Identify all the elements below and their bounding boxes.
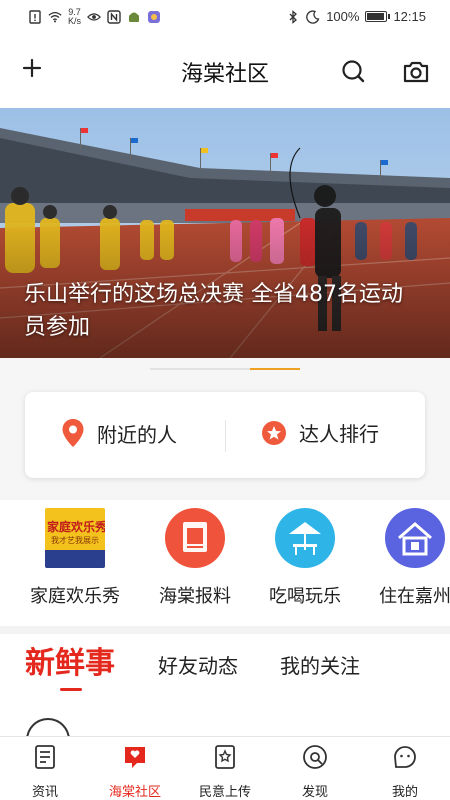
poster-subtitle: 我才艺我展示 bbox=[51, 536, 99, 545]
page-title: 海棠社区 bbox=[180, 62, 269, 87]
sim-alert-icon bbox=[29, 10, 41, 24]
banner-caption[interactable]: 乐山举行的这场总决赛 全省487名运动员参加 bbox=[24, 278, 424, 344]
nearby-people-button[interactable]: 附近的人 bbox=[61, 418, 177, 448]
active-tab-underline bbox=[60, 688, 82, 691]
nav-label: 民意上传 bbox=[198, 785, 251, 800]
banner-indicator bbox=[0, 358, 450, 378]
banner-carousel[interactable]: 乐山举行的这场总决赛 全省487名运动员参加 bbox=[0, 108, 450, 358]
status-bar: 9.7 K/s 100% 12:15 bbox=[0, 0, 450, 34]
camera-icon[interactable] bbox=[402, 59, 430, 85]
location-pin-icon bbox=[62, 419, 84, 447]
eye-icon bbox=[87, 13, 102, 21]
banner-dot-2-active[interactable] bbox=[250, 368, 300, 370]
net-speed: 9.7 K/s bbox=[68, 8, 81, 26]
nearby-people-label: 附近的人 bbox=[97, 422, 177, 447]
poster-title: 家庭欢乐秀 bbox=[47, 520, 105, 534]
news-icon bbox=[35, 745, 55, 769]
nav-discover[interactable]: 发现 bbox=[270, 743, 360, 800]
nav-profile[interactable]: 我的 bbox=[360, 743, 450, 800]
profile-icon bbox=[394, 746, 416, 768]
nfc-icon bbox=[107, 10, 121, 24]
moon-icon bbox=[306, 9, 320, 24]
poster-strip bbox=[45, 550, 105, 568]
status-left-icons: 9.7 K/s bbox=[28, 8, 161, 26]
tab-my-follows[interactable]: 我的关注 bbox=[280, 650, 360, 679]
search-icon[interactable] bbox=[340, 58, 366, 84]
feature-food-fun[interactable]: 吃喝玩乐 bbox=[250, 508, 360, 608]
nav-label: 发现 bbox=[301, 785, 328, 800]
feature-row: 家庭欢乐秀 我才艺我展示 家庭欢乐秀 海棠报料 吃喝玩乐 住在嘉州 bbox=[0, 500, 450, 626]
feature-label: 吃喝玩乐 bbox=[269, 586, 341, 607]
community-icon bbox=[125, 747, 145, 768]
wifi-icon bbox=[48, 11, 62, 23]
net-speed-unit: K/s bbox=[68, 16, 82, 26]
content-tabs: 新鲜事 好友动态 我的关注 bbox=[0, 634, 450, 762]
star-badge-icon bbox=[262, 420, 286, 445]
upload-opinion-icon bbox=[215, 745, 235, 769]
android-app-icon bbox=[129, 12, 140, 22]
family-show-poster-icon: 家庭欢乐秀 我才艺我展示 bbox=[45, 508, 105, 568]
discover-icon bbox=[303, 745, 327, 769]
section-separator bbox=[0, 626, 450, 634]
clock: 12:15 bbox=[393, 9, 426, 24]
battery-percent: 100% bbox=[326, 9, 360, 24]
tab-friend-updates[interactable]: 好友动态 bbox=[158, 650, 238, 679]
feature-label: 海棠报料 bbox=[159, 586, 231, 607]
feature-label: 住在嘉州 bbox=[379, 586, 450, 607]
feature-family-show[interactable]: 家庭欢乐秀 我才艺我展示 家庭欢乐秀 bbox=[20, 508, 130, 608]
battery-level bbox=[367, 13, 385, 20]
house-icon bbox=[385, 508, 445, 568]
nav-label: 海棠社区 bbox=[108, 785, 161, 800]
expert-ranking-button[interactable]: 达人排行 bbox=[261, 418, 379, 447]
battery-icon bbox=[365, 11, 391, 22]
colorful-app-icon bbox=[148, 11, 161, 23]
feature-report[interactable]: 海棠报料 bbox=[140, 508, 250, 608]
nav-news[interactable]: 资讯 bbox=[0, 743, 90, 800]
expert-ranking-label: 达人排行 bbox=[299, 422, 379, 446]
nav-community[interactable]: 海棠社区 bbox=[90, 743, 180, 800]
bluetooth-icon bbox=[289, 9, 298, 24]
umbrella-table-icon bbox=[275, 508, 335, 568]
quick-access-card: 附近的人 达人排行 bbox=[25, 392, 425, 478]
status-right: 100% 12:15 bbox=[286, 9, 426, 24]
nav-label: 我的 bbox=[391, 785, 418, 800]
bottom-navigation: 资讯 海棠社区 民意上传 发现 我的 bbox=[0, 736, 450, 800]
app-header: 海棠社区 bbox=[0, 34, 450, 108]
feature-live-in-jiazhou[interactable]: 住在嘉州 bbox=[360, 508, 450, 608]
nav-label: 资讯 bbox=[31, 785, 58, 800]
nav-upload-opinion[interactable]: 民意上传 bbox=[180, 743, 270, 800]
banner-dot-1[interactable] bbox=[150, 368, 250, 370]
card-divider bbox=[225, 420, 226, 452]
feature-label: 家庭欢乐秀 bbox=[30, 586, 120, 607]
tab-fresh-news[interactable]: 新鲜事 bbox=[25, 638, 115, 682]
report-icon bbox=[165, 508, 225, 568]
